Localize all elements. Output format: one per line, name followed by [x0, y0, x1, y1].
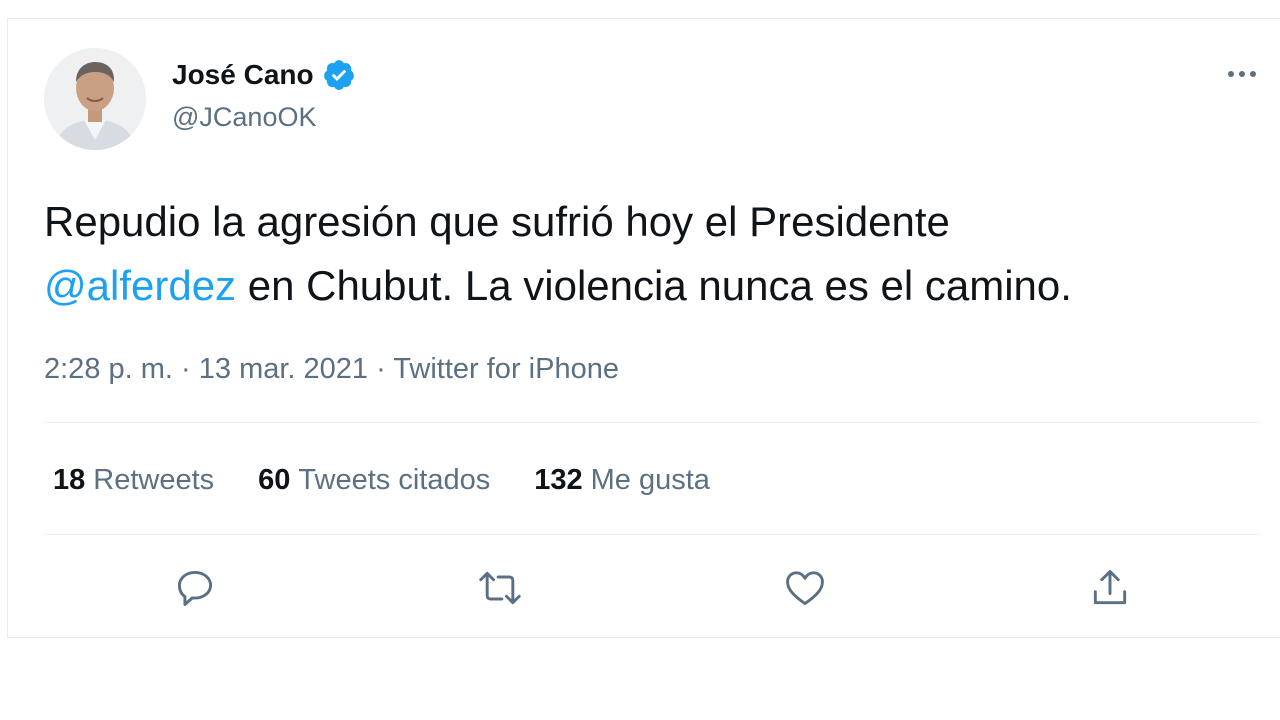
share-icon [1093, 570, 1127, 605]
retweets-label: Retweets [93, 464, 215, 496]
quote-tweets-count: 60 [258, 464, 291, 496]
share-button[interactable] [1084, 562, 1136, 614]
tweet-time[interactable]: 2:28 p. m. [44, 353, 173, 385]
reply-button[interactable] [169, 562, 221, 614]
verified-badge-icon [322, 58, 356, 92]
retweets-stat[interactable]: 18 Retweets [53, 460, 214, 500]
likes-count: 132 [534, 464, 583, 496]
tweet-text: Repudio la agresión que sufrió hoy el Pr… [44, 190, 1264, 318]
meta-separator: · [172, 353, 199, 385]
author-name-row[interactable]: José Cano [172, 58, 356, 92]
divider [44, 422, 1260, 423]
like-icon [786, 571, 824, 606]
tweet-date[interactable]: 13 mar. 2021 [199, 353, 368, 385]
like-button[interactable] [779, 562, 831, 614]
retweets-count: 18 [53, 464, 86, 496]
quote-tweets-label: Tweets citados [298, 464, 491, 496]
retweet-icon [479, 571, 521, 605]
avatar-image [44, 48, 146, 150]
author-handle[interactable]: @JCanoOK [172, 100, 316, 134]
meta-separator: · [368, 353, 394, 385]
mention-link[interactable]: @alferdez [44, 262, 236, 309]
divider [44, 534, 1260, 535]
tweet-meta: 2:28 p. m. · 13 mar. 2021 · Twitter for … [44, 350, 619, 388]
tweet-text-part2: en Chubut. La violencia nunca es el cami… [236, 262, 1072, 309]
avatar[interactable] [44, 48, 146, 150]
likes-label: Me gusta [590, 464, 710, 496]
tweet-stats: 18 Retweets 60 Tweets citados 132 Me gusta [53, 460, 754, 500]
more-options-icon[interactable] [1222, 58, 1262, 90]
retweet-button[interactable] [474, 562, 526, 614]
tweet-actions [0, 560, 1280, 616]
tweet-text-part1: Repudio la agresión que sufrió hoy el Pr… [44, 198, 950, 245]
author-display-name[interactable]: José Cano [172, 58, 314, 92]
likes-stat[interactable]: 132 Me gusta [534, 460, 710, 500]
reply-icon [177, 570, 213, 606]
quote-tweets-stat[interactable]: 60 Tweets citados [258, 460, 490, 500]
tweet-source[interactable]: Twitter for iPhone [393, 353, 619, 385]
